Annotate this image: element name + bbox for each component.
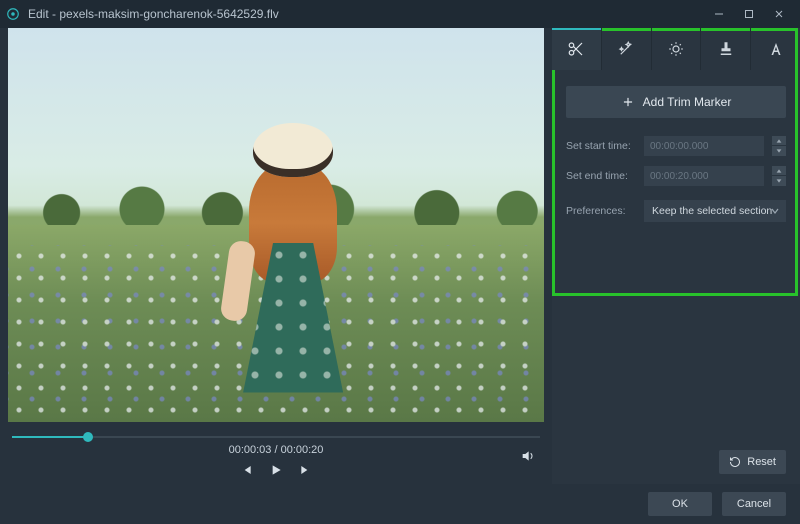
play-button[interactable] xyxy=(268,462,284,478)
spinner-down-icon[interactable] xyxy=(772,176,786,186)
end-time-label: Set end time: xyxy=(566,170,636,182)
minimize-button[interactable] xyxy=(704,0,734,28)
spinner-up-icon[interactable] xyxy=(772,166,786,176)
start-time-value: 00:00:00.000 xyxy=(650,141,708,152)
refresh-icon xyxy=(729,456,741,468)
preferences-dropdown[interactable]: Keep the selected section xyxy=(644,200,786,222)
preferences-value: Keep the selected section xyxy=(652,205,772,217)
tab-cut[interactable] xyxy=(552,28,602,70)
playhead[interactable] xyxy=(83,432,93,442)
wand-icon xyxy=(617,40,635,58)
edit-tabs xyxy=(552,28,800,70)
end-time-spinner[interactable] xyxy=(772,166,786,186)
spinner-down-icon[interactable] xyxy=(772,146,786,156)
maximize-button[interactable] xyxy=(734,0,764,28)
prev-frame-button[interactable] xyxy=(238,462,254,478)
preferences-label: Preferences: xyxy=(566,205,636,217)
plus-icon xyxy=(621,95,635,109)
text-icon xyxy=(767,40,785,58)
player-controls: 00:00:03 / 00:00:20 xyxy=(8,446,544,480)
spinner-up-icon[interactable] xyxy=(772,136,786,146)
footer: OK Cancel xyxy=(0,484,800,524)
tab-text[interactable] xyxy=(751,28,800,70)
tab-brightness[interactable] xyxy=(652,28,702,70)
add-trim-marker-label: Add Trim Marker xyxy=(643,95,732,109)
cancel-button[interactable]: Cancel xyxy=(722,492,786,516)
left-pane: 00:00:03 / 00:00:20 xyxy=(0,28,552,484)
tab-watermark[interactable] xyxy=(701,28,751,70)
video-preview[interactable] xyxy=(8,28,544,422)
end-time-value: 00:00:20.000 xyxy=(650,171,708,182)
volume-button[interactable] xyxy=(520,448,536,464)
add-trim-marker-button[interactable]: Add Trim Marker xyxy=(566,86,786,118)
end-time-input[interactable]: 00:00:20.000 xyxy=(644,166,764,186)
next-frame-button[interactable] xyxy=(298,462,314,478)
chevron-down-icon xyxy=(770,206,780,216)
start-time-input[interactable]: 00:00:00.000 xyxy=(644,136,764,156)
reset-label: Reset xyxy=(747,456,776,468)
brightness-icon xyxy=(667,40,685,58)
tab-effects[interactable] xyxy=(602,28,652,70)
stamp-icon xyxy=(717,40,735,58)
reset-button[interactable]: Reset xyxy=(719,450,786,474)
right-pane: Add Trim Marker Set start time: 00:00:00… xyxy=(552,28,800,484)
titlebar: Edit - pexels-maksim-goncharenok-5642529… xyxy=(0,0,800,28)
start-time-label: Set start time: xyxy=(566,140,636,152)
start-time-spinner[interactable] xyxy=(772,136,786,156)
time-display: 00:00:03 / 00:00:20 xyxy=(229,444,324,456)
ok-button[interactable]: OK xyxy=(648,492,712,516)
app-icon xyxy=(6,7,20,21)
close-button[interactable] xyxy=(764,0,794,28)
trim-panel: Add Trim Marker Set start time: 00:00:00… xyxy=(552,70,800,248)
scissors-icon xyxy=(567,40,585,58)
window-title: Edit - pexels-maksim-goncharenok-5642529… xyxy=(28,7,704,21)
